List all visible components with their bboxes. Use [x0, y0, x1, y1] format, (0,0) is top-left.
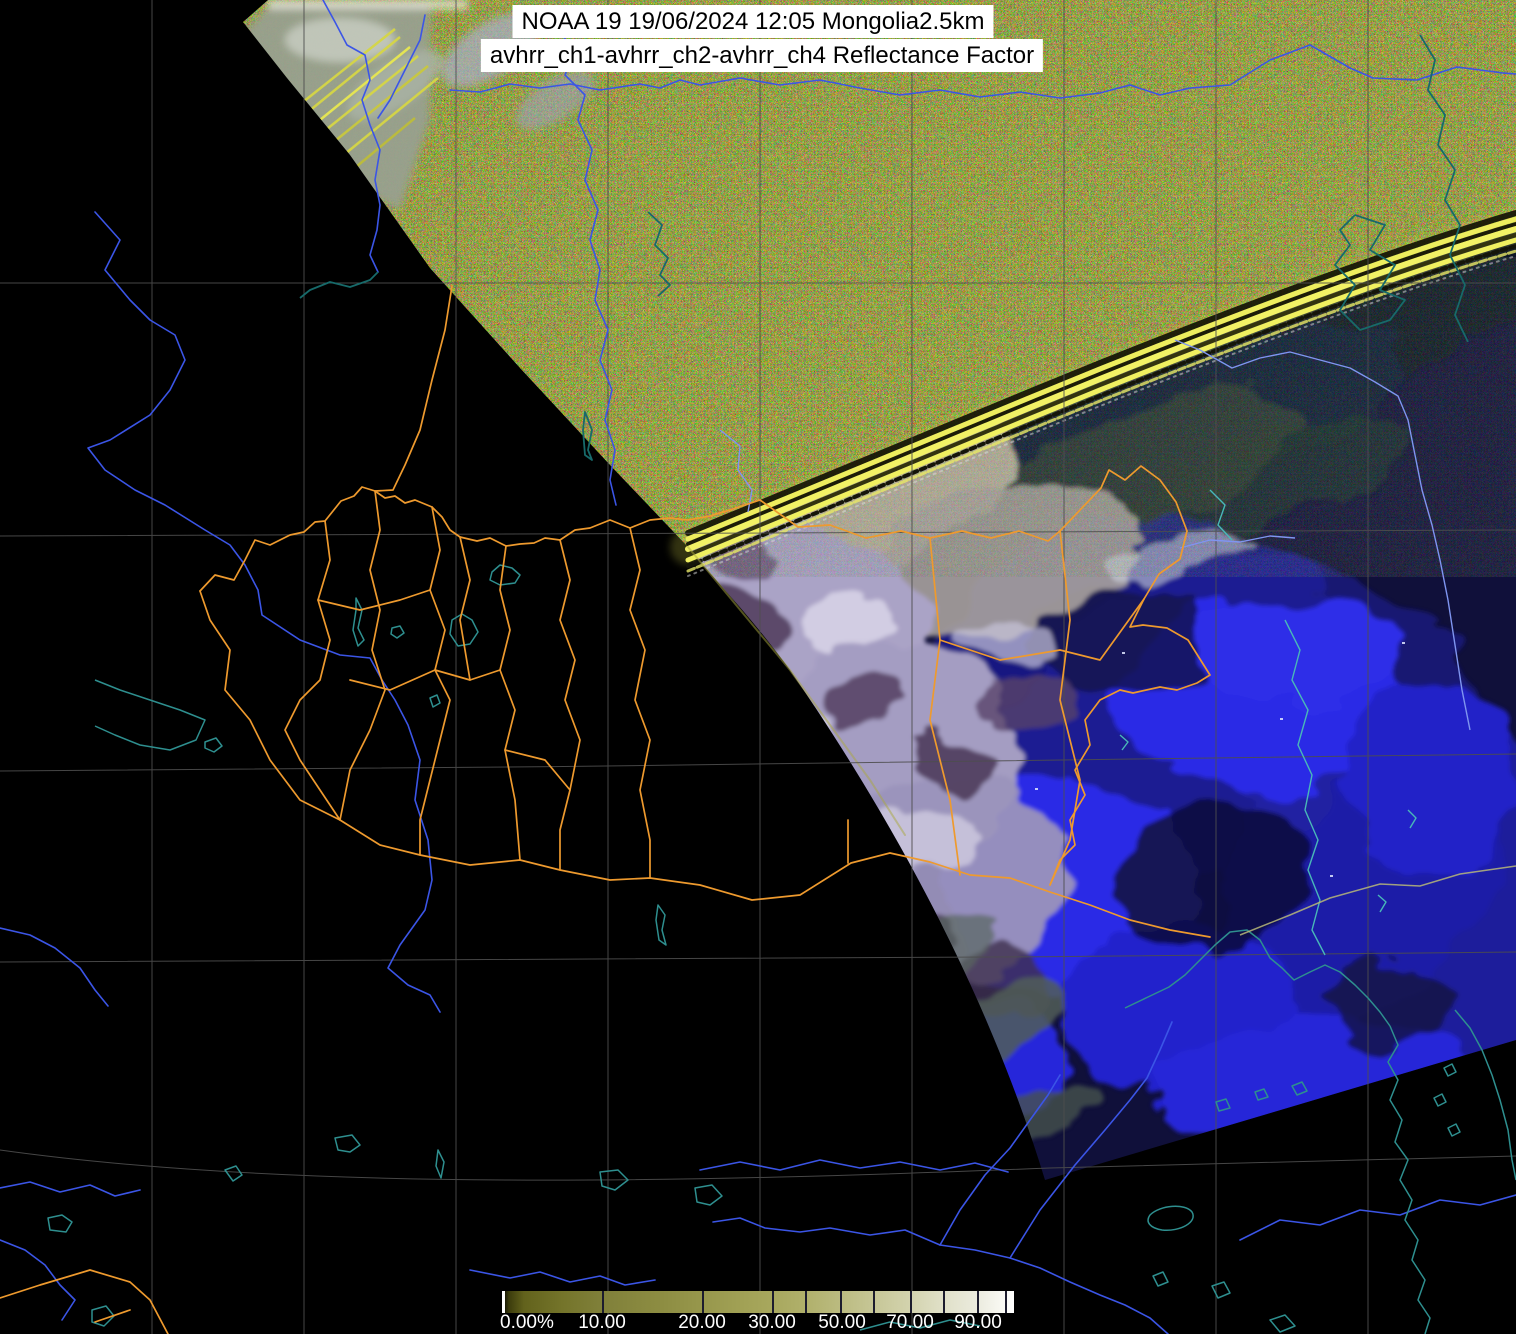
colorbar-tick-10 — [602, 1291, 604, 1313]
colorbar-tick-70 — [910, 1291, 912, 1313]
colorbar-label-70: 70.00 — [886, 1312, 934, 1333]
colorbar-label-30: 30.00 — [748, 1312, 796, 1333]
cloud-gap — [1325, 955, 1455, 1045]
colorbar-tick-50 — [840, 1291, 842, 1313]
colorbar-tick-30 — [772, 1291, 774, 1313]
scan-start-top-sliver — [268, 0, 468, 9]
cloud-purple — [818, 670, 902, 730]
colorbar-label-10: 10.00 — [578, 1312, 626, 1333]
satellite-map-canvas — [0, 0, 1516, 1334]
colorbar-tick-20 — [702, 1291, 704, 1313]
cloud-gap — [1110, 810, 1310, 950]
colorbar-tick-40 — [805, 1291, 807, 1313]
satellite-image-viewport: NOAA 19 19/06/2024 12:05 Mongolia2.5km a… — [0, 0, 1516, 1334]
colorbar-label-0: 0.00% — [500, 1312, 554, 1333]
colorbar-tick-90 — [977, 1291, 979, 1313]
colorbar-label-90: 90.00 — [954, 1312, 1002, 1333]
colorbar-tick-0 — [502, 1291, 505, 1313]
cloud-white — [797, 590, 893, 650]
image-title-line2: avhrr_ch1-avhrr_ch2-avhrr_ch4 Reflectanc… — [480, 39, 1044, 72]
cloud-brightblue — [1345, 680, 1515, 880]
reflectance-colorbar — [502, 1291, 1014, 1313]
image-title-line1: NOAA 19 19/06/2024 12:05 Mongolia2.5km — [512, 5, 994, 38]
colorbar-label-50: 50.00 — [818, 1312, 866, 1333]
colorbar-tick-60 — [873, 1291, 875, 1313]
colorbar-tick-100 — [1005, 1291, 1007, 1313]
cloud-purple — [914, 730, 986, 790]
colorbar-label-20: 20.00 — [678, 1312, 726, 1333]
colorbar-tick-80 — [943, 1291, 945, 1313]
